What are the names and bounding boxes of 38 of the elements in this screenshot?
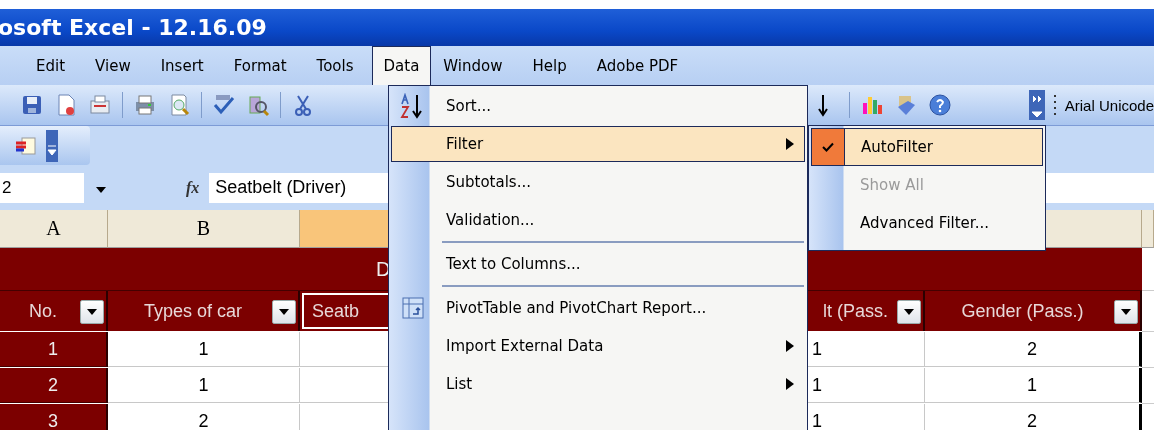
table-cell: 1 (925, 368, 1142, 403)
menu-item[interactable]: Window (431, 46, 515, 85)
menu-item[interactable]: Format (221, 46, 299, 85)
column-header[interactable]: A (0, 210, 108, 248)
menu-item[interactable]: Subtotals... (391, 164, 805, 200)
menu-item[interactable]: View (83, 46, 143, 85)
table-cell: 1 (108, 368, 300, 403)
menu-item[interactable]: AutoFilter (811, 128, 1043, 166)
menu-item[interactable]: Edit (24, 46, 78, 85)
menu-item[interactable]: PivotTable and PivotChart Report... (391, 290, 805, 326)
table-cell: 1 (808, 368, 925, 403)
column-title: No. (29, 300, 58, 322)
table-cell: 3 (0, 404, 108, 430)
menu-item[interactable]: Import External Data (391, 328, 805, 364)
table-cell: 2 (0, 368, 108, 403)
menu-item[interactable]: Text to Columns... (391, 246, 805, 282)
column-title: Types of car (143, 300, 243, 322)
menu-item[interactable]: Sort... (391, 88, 805, 124)
column-title: lt (Pass. (823, 300, 889, 322)
menu-item[interactable]: Validation... (391, 202, 805, 238)
name-box[interactable]: 2 (0, 172, 84, 203)
table-cell: 2 (925, 332, 1142, 367)
menu-item[interactable]: Insert (148, 46, 216, 85)
menu-item[interactable]: Adobe PDF (584, 46, 691, 85)
table-cell: 1 (0, 332, 108, 367)
table-cell: 1 (108, 332, 300, 367)
menu-item[interactable]: Tools (304, 46, 366, 85)
table-cell: 1 (808, 332, 925, 367)
column-header[interactable]: B (108, 210, 300, 248)
column-title: Gender (Pass.) (961, 300, 1085, 322)
column-title: Seatb (312, 300, 360, 322)
menu-item[interactable]: Help (520, 46, 579, 85)
menu-item[interactable]: Data (371, 46, 432, 85)
menu-item[interactable]: Filter (391, 126, 805, 162)
insert-function-label[interactable]: fx (186, 178, 200, 197)
menu-item[interactable]: Advanced Filter... (811, 204, 1043, 242)
font-name-field[interactable]: Arial Unicode (1064, 96, 1154, 114)
menu-item[interactable]: List (391, 366, 805, 402)
